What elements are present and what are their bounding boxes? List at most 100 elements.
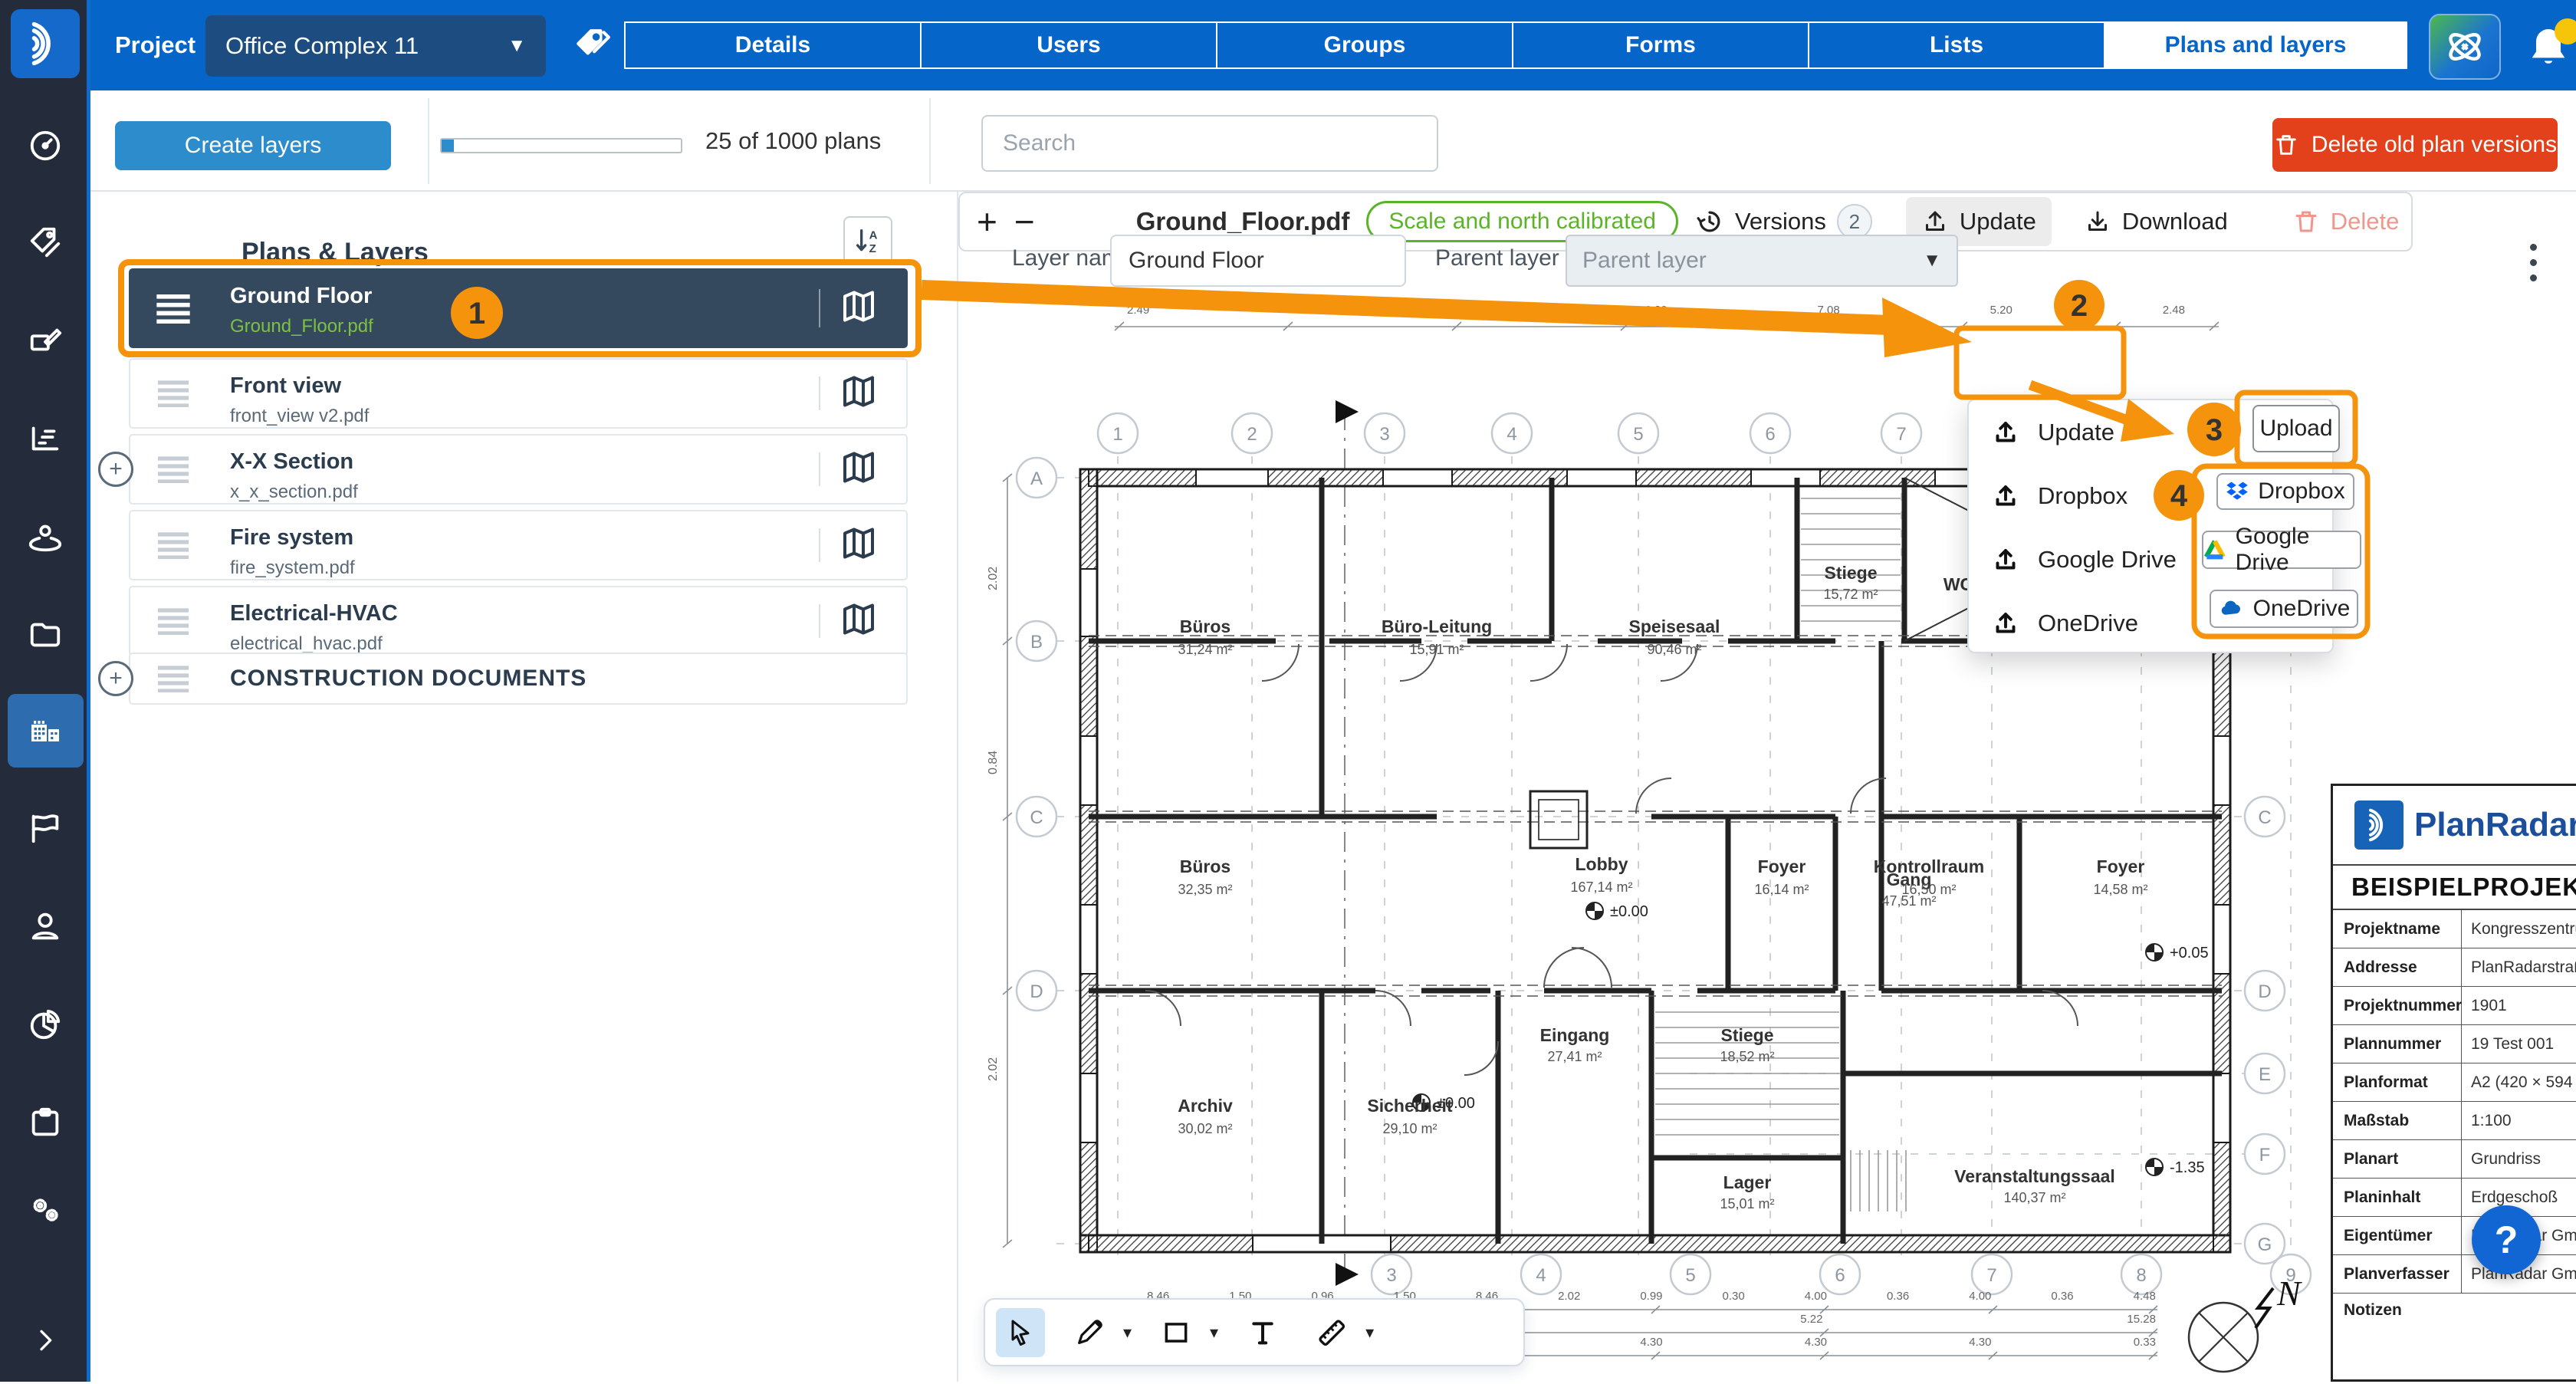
- dropbox-callout-button[interactable]: Dropbox: [2216, 473, 2354, 510]
- drag-handle-icon[interactable]: [153, 511, 193, 579]
- svg-text:31,24 m²: 31,24 m²: [1178, 642, 1232, 657]
- sidebar-item-tasks[interactable]: [0, 304, 90, 377]
- google-drive-logo-icon: [2203, 537, 2226, 562]
- sidebar-item-tickets[interactable]: [0, 791, 90, 865]
- plan-row-electrical-hvac[interactable]: Electrical-HVAC electrical_hvac.pdf: [129, 586, 908, 656]
- pen-tool-caret[interactable]: ▾: [1123, 1323, 1132, 1343]
- tb-label: Eigentümer: [2333, 1217, 2462, 1254]
- svg-text:Eingang: Eingang: [1540, 1025, 1610, 1045]
- plans-count: 25 of 1000 plans: [705, 90, 881, 192]
- plan-row-ground-floor[interactable]: Ground Floor Ground_Floor.pdf: [129, 268, 908, 348]
- svg-text:N: N: [2276, 1274, 2302, 1313]
- svg-text:15,01 m²: 15,01 m²: [1720, 1196, 1774, 1211]
- drag-handle-icon[interactable]: [153, 270, 193, 347]
- plan-name: Front view: [230, 373, 341, 399]
- measure-tool[interactable]: [1307, 1308, 1356, 1357]
- planradar-swirl-icon: [23, 21, 67, 66]
- tab-plans-and-layers[interactable]: Plans and layers: [2104, 21, 2407, 69]
- sidebar-item-contacts[interactable]: [0, 889, 90, 963]
- svg-text:15,72 m²: 15,72 m²: [1823, 587, 1878, 602]
- create-layers-button[interactable]: Create layers: [115, 121, 391, 170]
- shape-tool-caret[interactable]: ▾: [1210, 1323, 1218, 1343]
- group-name: CONSTRUCTION DOCUMENTS: [230, 666, 586, 692]
- svg-text:Speisesaal: Speisesaal: [1629, 616, 1720, 636]
- project-label: Project: [115, 0, 196, 90]
- onedrive-logo-icon: [2218, 596, 2244, 622]
- project-tags-button[interactable]: [573, 26, 612, 68]
- svg-text:A: A: [869, 229, 878, 242]
- app-switcher-button[interactable]: [2429, 14, 2501, 80]
- tab-lists[interactable]: Lists: [1808, 21, 2105, 69]
- drag-handle-icon[interactable]: [153, 360, 193, 427]
- sort-button[interactable]: AZ: [843, 216, 892, 265]
- drag-handle-icon[interactable]: [153, 654, 193, 703]
- upload-callout-button[interactable]: Upload: [2252, 405, 2340, 452]
- measure-tool-caret[interactable]: ▾: [1365, 1323, 1374, 1343]
- notifications-button[interactable]: [2524, 23, 2576, 77]
- sort-az-icon: AZ: [853, 225, 883, 256]
- tb-value: 1:100: [2462, 1102, 2576, 1139]
- sidebar-item-reports[interactable]: [0, 988, 90, 1061]
- sidebar-item-statistics[interactable]: [0, 402, 90, 475]
- map-icon[interactable]: [840, 373, 877, 414]
- plan-row-front-view[interactable]: Front view front_view v2.pdf: [129, 358, 908, 429]
- cursor-icon: [1005, 1317, 1036, 1348]
- tab-groups[interactable]: Groups: [1216, 21, 1513, 69]
- svg-text:+0.05: +0.05: [2170, 945, 2209, 962]
- delete-old-plan-versions-button[interactable]: Delete old plan versions: [2272, 118, 2558, 172]
- svg-text:27,41 m²: 27,41 m²: [1547, 1049, 1602, 1064]
- pen-tool[interactable]: [1065, 1308, 1114, 1357]
- map-icon[interactable]: [840, 288, 877, 329]
- subheader: Create layers 25 of 1000 plans Delete ol…: [90, 90, 2576, 192]
- plan-row-fire-system[interactable]: Fire system fire_system.pdf: [129, 510, 908, 580]
- menu-item-label: Dropbox: [2038, 482, 2128, 510]
- google-drive-callout-button[interactable]: Google Drive: [2202, 531, 2361, 569]
- svg-text:6: 6: [1835, 1265, 1845, 1286]
- drag-handle-icon[interactable]: [153, 436, 193, 503]
- tab-details[interactable]: Details: [624, 21, 922, 69]
- text-tool[interactable]: [1238, 1308, 1287, 1357]
- shape-tool[interactable]: [1152, 1308, 1201, 1357]
- map-icon[interactable]: [840, 601, 877, 642]
- plan-name: Fire system: [230, 525, 353, 551]
- onedrive-callout-button[interactable]: OneDrive: [2210, 590, 2358, 628]
- sidebar-item-location[interactable]: [0, 500, 90, 574]
- sidebar-item-tags[interactable]: [0, 205, 90, 279]
- sidebar-item-templates[interactable]: [0, 1086, 90, 1159]
- select-tool[interactable]: [996, 1308, 1045, 1357]
- add-layer-button[interactable]: +: [98, 452, 133, 487]
- svg-text:0.84: 0.84: [987, 751, 1000, 774]
- tab-users[interactable]: Users: [920, 21, 1217, 69]
- sidebar-item-settings[interactable]: [0, 1173, 90, 1247]
- svg-text:3: 3: [1379, 424, 1389, 445]
- ruler-icon: [1316, 1317, 1348, 1349]
- flag-icon: [28, 810, 63, 846]
- trash-icon: [2273, 132, 2299, 158]
- project-select[interactable]: Office Complex 11 ▼: [205, 15, 546, 77]
- divider: [819, 452, 820, 486]
- sidebar-item-dashboard[interactable]: [0, 109, 90, 182]
- gears-icon: [28, 1192, 63, 1228]
- add-group-button[interactable]: +: [98, 661, 133, 696]
- map-icon[interactable]: [840, 449, 877, 490]
- svg-text:4: 4: [1506, 424, 1516, 445]
- planradar-logo[interactable]: [11, 9, 80, 78]
- svg-text:Lager: Lager: [1723, 1172, 1772, 1192]
- divider: [428, 98, 429, 184]
- divider: [819, 289, 820, 327]
- map-icon[interactable]: [840, 525, 877, 566]
- search-input[interactable]: [981, 115, 1438, 172]
- svg-text:32,35 m²: 32,35 m²: [1178, 882, 1232, 897]
- sidebar-collapse[interactable]: [0, 1303, 90, 1377]
- group-row-construction-documents[interactable]: CONSTRUCTION DOCUMENTS: [129, 653, 908, 705]
- titleblock-logo-row: PlanRadar: [2333, 786, 2576, 866]
- tab-forms[interactable]: Forms: [1512, 21, 1809, 69]
- tb-label: Projektnummer: [2333, 987, 2462, 1024]
- sidebar-item-projects[interactable]: [0, 598, 90, 672]
- tb-label: Maßstab: [2333, 1102, 2462, 1139]
- sidebar-item-plans[interactable]: [0, 694, 90, 768]
- svg-text:Archiv: Archiv: [1178, 1096, 1233, 1116]
- help-button[interactable]: ?: [2472, 1205, 2541, 1274]
- drag-handle-icon[interactable]: [153, 587, 193, 655]
- plan-row-x-x-section[interactable]: X-X Section x_x_section.pdf: [129, 434, 908, 505]
